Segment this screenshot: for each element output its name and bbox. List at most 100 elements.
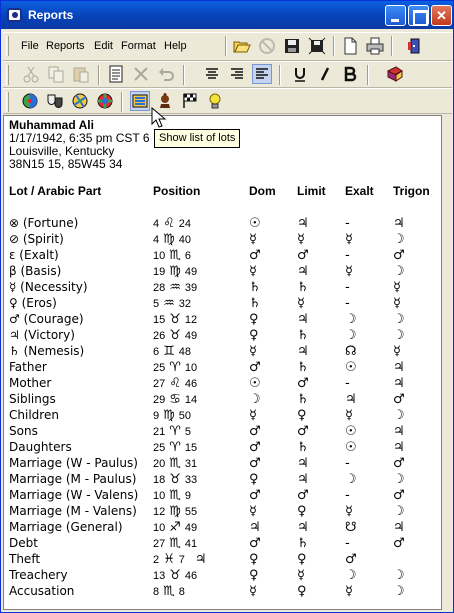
position-minutes: 48: [178, 346, 192, 358]
flags-icon[interactable]: [180, 91, 200, 111]
zodiac-sign-icon: ♏: [169, 248, 181, 263]
menu-reports[interactable]: Reports: [46, 40, 85, 52]
position-minutes: 40: [178, 234, 192, 246]
toolbar-grip[interactable]: [6, 65, 9, 85]
exalt-cell: ☿: [345, 408, 353, 423]
lot-name: Father: [9, 360, 47, 374]
position-minutes: 55: [184, 506, 198, 518]
dom-cell: ♂: [249, 360, 261, 375]
table-row: ⊘ (Spirit) ☿ ☿ ☿ ☽ 4 ♍ 40: [4, 232, 441, 248]
lot-name: ☿ (Necessity): [9, 280, 88, 294]
new-page-icon[interactable]: [340, 36, 360, 56]
zodiac-sign-icon: ♋: [169, 392, 181, 407]
exalt-cell: ☿: [345, 264, 353, 279]
position-minutes: 49: [184, 330, 198, 342]
lamp-icon[interactable]: [205, 91, 225, 111]
trigon-cell: ☽: [393, 312, 405, 327]
limit-cell: ♃: [297, 312, 309, 327]
limit-cell: ♃: [297, 456, 309, 471]
table-row: Treachery ♀ ☿ ☽ ☽ 13 ♉ 46: [4, 568, 441, 584]
lots-icon[interactable]: [130, 91, 150, 111]
maximize-button[interactable]: [408, 5, 429, 26]
align-center-icon[interactable]: [202, 64, 222, 84]
dom-cell: ♃: [249, 520, 261, 535]
report-content[interactable]: Muhammad Ali 1/17/1942, 6:35 pm CST 6 Lo…: [3, 115, 442, 610]
position-minutes: 50: [178, 410, 192, 422]
toolbar-grip[interactable]: [6, 92, 9, 112]
chart-header: Muhammad Ali 1/17/1942, 6:35 pm CST 6 Lo…: [9, 119, 150, 171]
limit-cell: ♄: [297, 392, 309, 407]
zodiac-sign-icon: ♒: [163, 296, 175, 311]
open-folder-icon[interactable]: [232, 36, 252, 56]
position-minutes: 6: [184, 250, 192, 262]
table-row: Mother ☉ ♂ - ♃ 27 ♌ 46: [4, 376, 441, 392]
position-cell: 26 ♉ 49: [153, 328, 197, 343]
position-degree: 26: [153, 330, 166, 342]
position-degree: 19: [153, 266, 166, 278]
bold-icon[interactable]: [340, 64, 360, 84]
table-row: Sons ♂ ♂ ☉ ♃ 21 ♈ 5: [4, 424, 441, 440]
title-bar[interactable]: Reports ✕: [1, 1, 453, 29]
table-row: Debt ♂ ♄ - ♂ 27 ♏ 41: [4, 536, 441, 552]
stop-icon[interactable]: [257, 36, 277, 56]
dom-cell: ☿: [249, 344, 257, 359]
minimize-button[interactable]: [385, 5, 406, 26]
exit-icon[interactable]: [404, 36, 424, 56]
lot-name: Children: [9, 408, 59, 422]
table-row: Children ☿ ♀ ☿ ☽ 9 ♍ 50: [4, 408, 441, 424]
save-icon[interactable]: [282, 36, 302, 56]
limit-cell: ♄: [297, 360, 309, 375]
wheel-icon[interactable]: [20, 91, 40, 111]
close-button[interactable]: ✕: [431, 5, 452, 26]
zodiac-sign-icon: ♏: [169, 536, 181, 551]
undo-icon[interactable]: [156, 64, 176, 84]
separator: [121, 92, 123, 112]
position-cell: 8 ♏ 8: [153, 584, 185, 599]
save-as-icon[interactable]: [307, 36, 327, 56]
table-row: ☿ (Necessity) ♄ ♄ - ☿ 28 ♒ 39: [4, 280, 441, 296]
app-icon[interactable]: [7, 8, 22, 22]
trigon-cell: ☽: [393, 328, 405, 343]
position-degree: 13: [153, 570, 166, 582]
trigon-cell: ☿: [393, 344, 401, 359]
underline-icon[interactable]: [290, 64, 310, 84]
menu-format[interactable]: Format: [121, 40, 156, 52]
reports-window: Reports ✕ File Reports Edit Format Help: [0, 0, 454, 613]
menu-edit[interactable]: Edit: [94, 40, 113, 52]
trigon-cell: ♃: [393, 376, 405, 391]
limit-cell: ♂: [297, 488, 309, 503]
paste-icon[interactable]: [71, 64, 91, 84]
column-header-trigon: Trigon: [393, 184, 430, 198]
notes-icon[interactable]: [106, 64, 126, 84]
position-cell: 10 ♐ 49: [153, 520, 197, 535]
separator: [225, 36, 227, 56]
midpoints-icon[interactable]: [95, 91, 115, 111]
cut-icon[interactable]: [21, 64, 41, 84]
aspects-icon[interactable]: [70, 91, 90, 111]
exalt-cell: -: [345, 456, 350, 471]
position-minutes: 7: [178, 554, 185, 566]
toolbar-grip[interactable]: [6, 36, 9, 56]
dom-cell: ☿: [249, 232, 257, 247]
book-icon[interactable]: [385, 64, 405, 84]
position-degree: 4: [153, 234, 160, 246]
limit-cell: ♂: [297, 424, 309, 439]
delete-icon[interactable]: [131, 64, 151, 84]
menu-help[interactable]: Help: [164, 40, 187, 52]
align-left-icon[interactable]: [252, 64, 272, 84]
exalt-cell: ☽: [345, 328, 357, 343]
italic-icon[interactable]: [315, 64, 335, 84]
position-cell: 13 ♉ 46: [153, 568, 197, 583]
align-right-icon[interactable]: [227, 64, 247, 84]
position-degree: 10: [153, 250, 166, 262]
lot-name: Accusation: [9, 584, 75, 598]
lot-name: Treachery: [9, 568, 68, 582]
exalt-cell: ☽: [345, 472, 357, 487]
print-icon[interactable]: [365, 36, 385, 56]
table-row: Daughters ♂ ♄ ☉ ♃ 25 ♈ 15: [4, 440, 441, 456]
masks-icon[interactable]: [45, 91, 65, 111]
limit-cell: ♄: [297, 536, 309, 551]
copy-icon[interactable]: [46, 64, 66, 84]
menu-file[interactable]: File: [21, 40, 39, 52]
position-minutes: 41: [184, 538, 198, 550]
